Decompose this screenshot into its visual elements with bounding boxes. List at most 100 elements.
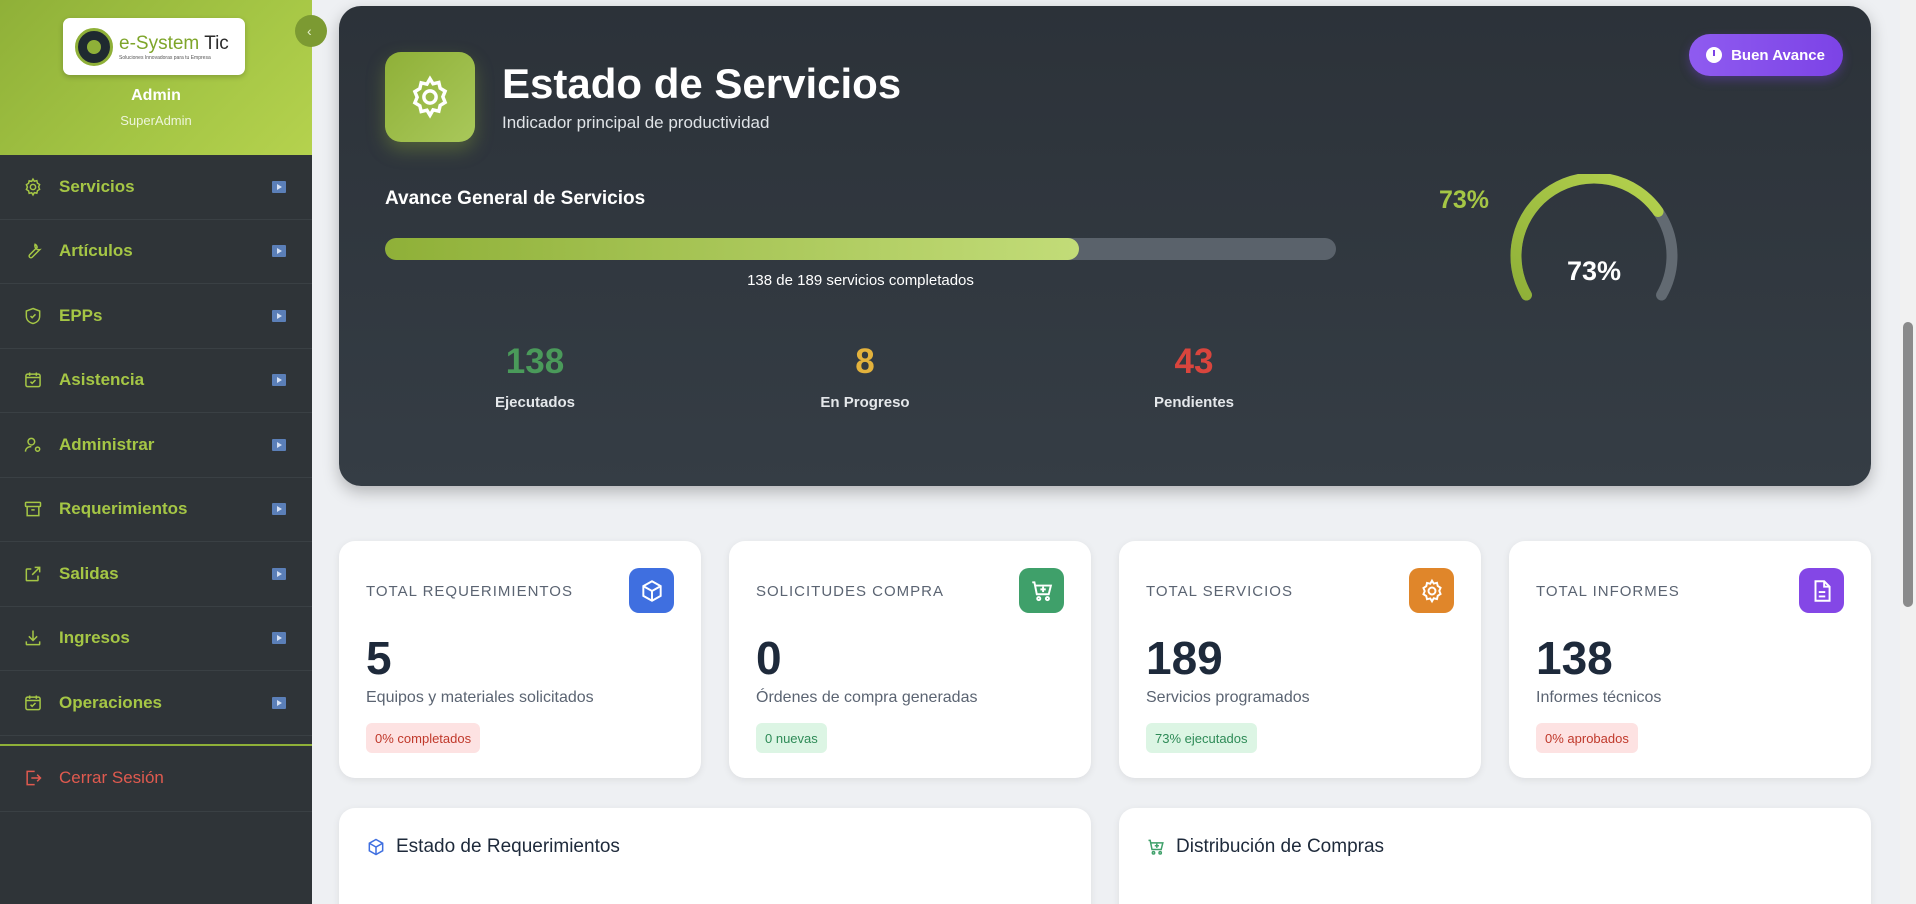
expand-arrow-icon	[272, 180, 286, 193]
logout-label: Cerrar Sesión	[59, 768, 164, 787]
progress-caption: 138 de 189 servicios completados	[747, 272, 974, 289]
sidebar-item-articulos[interactable]: Artículos	[0, 220, 312, 284]
stat-executed: 138 Ejecutados	[435, 342, 635, 411]
sidebar-item-epps[interactable]: EPPs	[0, 284, 312, 349]
card-status-pill: 73% ejecutados	[1146, 723, 1257, 753]
card-status-pill: 0 nuevas	[756, 723, 827, 753]
logo-text-accent: Tic	[204, 32, 229, 54]
calendar-check-icon	[22, 692, 44, 714]
page-subtitle: Indicador principal de productividad	[502, 113, 770, 132]
sidebar-item-label: EPPs	[59, 305, 103, 325]
logo[interactable]: e-System Tic Soluciones Innovadoras para…	[63, 18, 245, 75]
expand-arrow-icon	[272, 309, 286, 322]
logout-button[interactable]: Cerrar Sesión	[0, 746, 312, 812]
panel-distribucion-compras: Distribución de Compras	[1119, 808, 1871, 904]
document-icon	[1799, 568, 1844, 613]
expand-arrow-icon	[272, 567, 286, 580]
sidebar: e-System Tic Soluciones Innovadoras para…	[0, 0, 327, 904]
cart-plus-icon	[1019, 568, 1064, 613]
card-title: TOTAL SERVICIOS	[1146, 583, 1293, 600]
expand-arrow-icon	[272, 632, 286, 645]
card-value: 5	[366, 632, 392, 684]
status-badge: Buen Avance	[1689, 34, 1843, 76]
sidebar-nav: Servicios Artículos EPPs Asistencia Admi…	[0, 155, 312, 736]
card-value: 138	[1536, 632, 1613, 684]
logout-icon	[22, 767, 44, 789]
card-value: 0	[756, 632, 782, 684]
card-title: SOLICITUDES COMPRA	[756, 583, 945, 600]
services-status-panel: Estado de Servicios Indicador principal …	[339, 6, 1871, 486]
calendar-check-icon	[22, 369, 44, 391]
archive-icon	[22, 498, 44, 520]
sidebar-item-asistencia[interactable]: Asistencia	[0, 349, 312, 413]
gauge-value: 73%	[1566, 256, 1622, 286]
expand-arrow-icon	[272, 503, 286, 516]
scrollbar[interactable]	[1900, 0, 1916, 904]
stat-label: En Progreso	[820, 394, 910, 411]
download-icon	[22, 627, 44, 649]
sidebar-item-label: Requerimientos	[59, 499, 188, 519]
sidebar-header: e-System Tic Soluciones Innovadoras para…	[0, 0, 312, 155]
chevron-left-icon: ‹	[307, 23, 312, 39]
logo-text-main: e-System	[119, 32, 200, 54]
sidebar-item-salidas[interactable]: Salidas	[0, 542, 312, 607]
card-total-servicios[interactable]: TOTAL SERVICIOS 189 Servicios programado…	[1119, 541, 1481, 778]
card-solicitudes-compra[interactable]: SOLICITUDES COMPRA 0 Órdenes de compra g…	[729, 541, 1091, 778]
user-gear-icon	[22, 434, 44, 456]
panel-title: Estado de Requerimientos	[396, 836, 620, 857]
card-description: Equipos y materiales solicitados	[366, 689, 594, 706]
progress-gauge	[1510, 174, 1678, 301]
logo-mark-icon	[75, 27, 113, 66]
gear-icon	[1409, 568, 1454, 613]
sidebar-item-label: Salidas	[59, 563, 119, 583]
user-role: SuperAdmin	[120, 113, 192, 128]
card-description: Informes técnicos	[1536, 689, 1662, 706]
panel-estado-requerimientos: Estado de Requerimientos	[339, 808, 1091, 904]
gear-icon	[22, 176, 44, 198]
stat-label: Ejecutados	[494, 394, 576, 411]
shield-icon	[22, 305, 44, 327]
stat-label: Pendientes	[1153, 394, 1235, 411]
status-badge-label: Buen Avance	[1731, 46, 1825, 64]
progress-percent: 73%	[1438, 186, 1489, 214]
logo-tagline: Soluciones Innovadoras para tu Empresa	[119, 54, 211, 61]
progress-label: Avance General de Servicios	[385, 188, 646, 209]
sidebar-item-label: Artículos	[59, 241, 133, 261]
collapse-sidebar-button[interactable]: ‹	[295, 15, 327, 47]
sidebar-item-servicios[interactable]: Servicios	[0, 155, 312, 220]
wrench-icon	[22, 240, 44, 262]
sidebar-item-label: Operaciones	[59, 692, 162, 712]
stat-pending: 43 Pendientes	[1094, 342, 1294, 411]
sidebar-item-ingresos[interactable]: Ingresos	[0, 607, 312, 671]
external-link-icon	[22, 563, 44, 585]
expand-arrow-icon	[272, 438, 286, 451]
panel-title: Distribución de Compras	[1176, 836, 1385, 857]
stat-value: 138	[505, 342, 565, 381]
card-total-requerimientos[interactable]: TOTAL REQUERIMIENTOS 5 Equipos y materia…	[339, 541, 701, 778]
card-total-informes[interactable]: TOTAL INFORMES 138 Informes técnicos 0% …	[1509, 541, 1871, 778]
sidebar-item-administrar[interactable]: Administrar	[0, 413, 312, 478]
box-icon	[368, 838, 384, 856]
card-description: Servicios programados	[1146, 689, 1310, 706]
card-description: Órdenes de compra generadas	[756, 689, 978, 706]
sidebar-item-label: Administrar	[59, 434, 155, 454]
scrollbar-thumb[interactable]	[1903, 322, 1913, 607]
cart-plus-icon	[1148, 839, 1164, 855]
user-name: Admin	[131, 87, 181, 104]
box-icon	[629, 568, 674, 613]
clock-icon	[1706, 47, 1723, 63]
sidebar-item-operaciones[interactable]: Operaciones	[0, 671, 312, 736]
expand-arrow-icon	[272, 245, 286, 258]
expand-arrow-icon	[272, 374, 286, 387]
expand-arrow-icon	[272, 696, 286, 709]
sidebar-item-label: Asistencia	[59, 370, 145, 390]
progress-bar-fill	[385, 238, 1080, 260]
card-title: TOTAL REQUERIMIENTOS	[366, 583, 573, 600]
card-status-pill: 0% completados	[366, 723, 481, 753]
card-value: 189	[1146, 632, 1223, 684]
stat-value: 43	[1174, 342, 1214, 381]
stat-value: 8	[855, 342, 875, 381]
sidebar-item-label: Ingresos	[59, 628, 130, 648]
sidebar-item-requerimientos[interactable]: Requerimientos	[0, 478, 312, 542]
card-status-pill: 0% aprobados	[1536, 723, 1638, 753]
